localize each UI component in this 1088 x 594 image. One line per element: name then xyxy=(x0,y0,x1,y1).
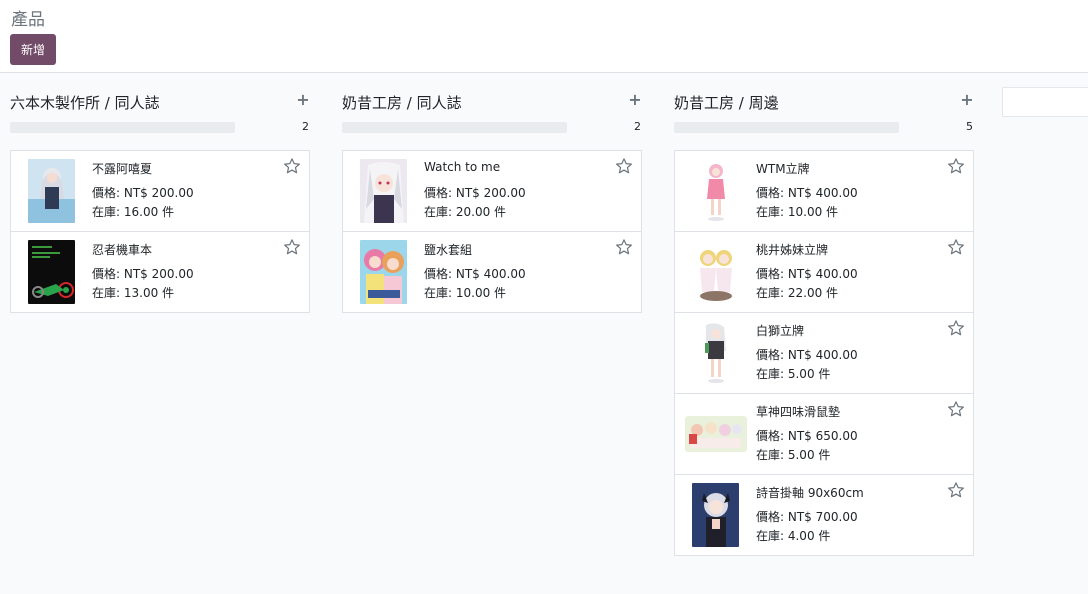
product-name: 桃井姊妹立牌 xyxy=(756,243,829,257)
product-card[interactable]: 白獅立牌 價格: NT$ 400.00 在庫: 5.00 件 xyxy=(675,313,973,394)
product-card[interactable]: 桃井姊妹立牌 價格: NT$ 400.00 在庫: 22.00 件 xyxy=(675,232,973,313)
product-image xyxy=(692,159,739,223)
card-list: Watch to me 價格: NT$ 200.00 在庫: 20.00 件 鹽… xyxy=(342,150,642,313)
product-card[interactable]: 忍者機車本 價格: NT$ 200.00 在庫: 13.00 件 xyxy=(11,232,309,312)
star-icon[interactable] xyxy=(283,238,301,256)
card-list: 不露阿嘻夏 價格: NT$ 200.00 在庫: 16.00 件 忍者機車本 價… xyxy=(10,150,310,313)
star-icon[interactable] xyxy=(947,238,965,256)
star-icon[interactable] xyxy=(615,157,633,175)
product-name: WTM立牌 xyxy=(756,162,810,176)
product-stock: 在庫: 20.00 件 xyxy=(424,205,507,219)
page-title: 產品 xyxy=(11,10,45,30)
column-progress: 5 xyxy=(674,114,974,150)
product-price: 價格: NT$ 400.00 xyxy=(756,348,858,362)
product-name: 草神四味滑鼠墊 xyxy=(756,405,841,419)
add-column-box[interactable] xyxy=(1002,87,1088,117)
column-header: 奶昔工房 / 同人誌 + xyxy=(342,74,642,114)
product-price: 價格: NT$ 400.00 xyxy=(756,267,858,281)
product-name: 忍者機車本 xyxy=(92,243,153,257)
column-progress: 2 xyxy=(10,114,310,150)
column-header: 六本木製作所 / 同人誌 + xyxy=(10,74,310,114)
column-title: 六本木製作所 / 同人誌 xyxy=(10,94,160,112)
progress-bar[interactable] xyxy=(10,122,235,133)
product-name: 鹽水套組 xyxy=(424,243,473,257)
product-price: 價格: NT$ 400.00 xyxy=(424,267,526,281)
product-price: 價格: NT$ 200.00 xyxy=(92,186,194,200)
kanban-column: 六本木製作所 / 同人誌 + 2 不露阿嘻夏 價格: NT$ 200.00 在庫… xyxy=(10,74,310,313)
control-panel: 產品 新增 xyxy=(0,0,1088,73)
column-progress: 2 xyxy=(342,114,642,150)
product-image xyxy=(28,159,75,223)
product-card[interactable]: 不露阿嘻夏 價格: NT$ 200.00 在庫: 16.00 件 xyxy=(11,151,309,232)
product-price: 價格: NT$ 200.00 xyxy=(424,186,526,200)
product-price: 價格: NT$ 200.00 xyxy=(92,267,194,281)
column-add-icon[interactable]: + xyxy=(960,90,974,109)
star-icon[interactable] xyxy=(283,157,301,175)
product-name: 白獅立牌 xyxy=(756,324,805,338)
kanban-column: 奶昔工房 / 周邊 + 5 WTM立牌 價格: NT$ 400.00 在庫: 1… xyxy=(674,74,974,556)
product-card[interactable]: WTM立牌 價格: NT$ 400.00 在庫: 10.00 件 xyxy=(675,151,973,232)
product-image xyxy=(28,240,75,304)
product-price: 價格: NT$ 700.00 xyxy=(756,510,858,524)
column-header: 奶昔工房 / 周邊 + xyxy=(674,74,974,114)
column-title: 奶昔工房 / 周邊 xyxy=(674,94,779,112)
product-image xyxy=(360,240,407,304)
column-count: 2 xyxy=(634,120,641,133)
product-stock: 在庫: 13.00 件 xyxy=(92,286,175,300)
product-image xyxy=(360,159,407,223)
star-icon[interactable] xyxy=(947,481,965,499)
star-icon[interactable] xyxy=(947,157,965,175)
product-card[interactable]: 鹽水套組 價格: NT$ 400.00 在庫: 10.00 件 xyxy=(343,232,641,312)
product-name: Watch to me xyxy=(424,160,501,174)
product-stock: 在庫: 10.00 件 xyxy=(756,205,839,219)
new-button[interactable]: 新增 xyxy=(10,34,56,65)
column-count: 5 xyxy=(966,120,973,133)
card-list: WTM立牌 價格: NT$ 400.00 在庫: 10.00 件 桃井姊妹立牌 … xyxy=(674,150,974,556)
product-price: 價格: NT$ 400.00 xyxy=(756,186,858,200)
product-card[interactable]: 詩音掛軸 90x60cm 價格: NT$ 700.00 在庫: 4.00 件 xyxy=(675,475,973,555)
column-add-icon[interactable]: + xyxy=(296,90,310,109)
product-image xyxy=(685,416,747,452)
star-icon[interactable] xyxy=(947,400,965,418)
progress-bar[interactable] xyxy=(674,122,899,133)
product-price: 價格: NT$ 650.00 xyxy=(756,429,858,443)
column-add-icon[interactable]: + xyxy=(628,90,642,109)
product-image xyxy=(692,240,739,304)
kanban-view: 六本木製作所 / 同人誌 + 2 不露阿嘻夏 價格: NT$ 200.00 在庫… xyxy=(0,74,1088,594)
product-image xyxy=(692,321,739,385)
column-title: 奶昔工房 / 同人誌 xyxy=(342,94,462,112)
product-card[interactable]: Watch to me 價格: NT$ 200.00 在庫: 20.00 件 xyxy=(343,151,641,232)
product-name: 不露阿嘻夏 xyxy=(92,162,153,176)
star-icon[interactable] xyxy=(615,238,633,256)
product-stock: 在庫: 5.00 件 xyxy=(756,448,831,462)
product-stock: 在庫: 10.00 件 xyxy=(424,286,507,300)
product-stock: 在庫: 5.00 件 xyxy=(756,367,831,381)
product-stock: 在庫: 16.00 件 xyxy=(92,205,175,219)
progress-bar[interactable] xyxy=(342,122,567,133)
product-image xyxy=(692,483,739,547)
kanban-column: 奶昔工房 / 同人誌 + 2 Watch to me 價格: NT$ 200.0… xyxy=(342,74,642,313)
star-icon[interactable] xyxy=(947,319,965,337)
product-name: 詩音掛軸 90x60cm xyxy=(756,486,864,500)
product-stock: 在庫: 4.00 件 xyxy=(756,529,831,543)
product-stock: 在庫: 22.00 件 xyxy=(756,286,839,300)
column-count: 2 xyxy=(302,120,309,133)
product-card[interactable]: 草神四味滑鼠墊 價格: NT$ 650.00 在庫: 5.00 件 xyxy=(675,394,973,475)
